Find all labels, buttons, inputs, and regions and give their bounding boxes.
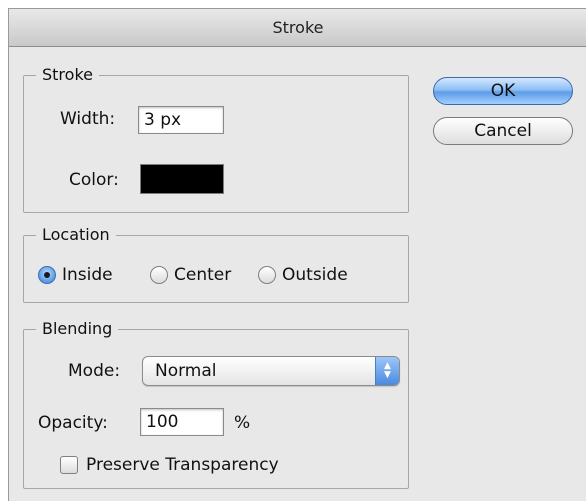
opacity-field[interactable]: 100 <box>140 408 224 436</box>
stroke-group-legend: Stroke <box>36 64 99 86</box>
radio-outside[interactable] <box>258 266 276 284</box>
stroke-color-swatch[interactable] <box>140 164 224 194</box>
width-field[interactable]: 3 px <box>138 106 224 134</box>
radio-outside-label[interactable]: Outside <box>282 264 348 286</box>
opacity-unit: % <box>234 413 251 433</box>
mode-label: Mode: <box>68 361 121 381</box>
location-group: Location Inside Center Outside <box>23 224 409 303</box>
ok-button[interactable]: OK <box>433 77 573 105</box>
preserve-transparency-label[interactable]: Preserve Transparency <box>86 454 279 476</box>
radio-inside-label[interactable]: Inside <box>62 264 113 286</box>
preserve-transparency-checkbox[interactable] <box>60 456 78 474</box>
opacity-label: Opacity: <box>38 413 108 433</box>
radio-center-label[interactable]: Center <box>174 264 231 286</box>
radio-inside[interactable] <box>38 266 56 284</box>
dialog-title: Stroke <box>9 9 586 47</box>
color-label: Color: <box>69 170 119 190</box>
stroke-dialog: Stroke Stroke Width: 3 px Color: Locatio… <box>8 8 586 501</box>
cancel-button[interactable]: Cancel <box>433 117 573 145</box>
blending-group: Blending Mode: Normal ▲ ▼ Opacity: 100 % … <box>23 318 409 489</box>
radio-center[interactable] <box>150 266 168 284</box>
stroke-group: Stroke Width: 3 px Color: <box>23 64 409 213</box>
mode-select[interactable]: Normal ▲ ▼ <box>142 356 400 386</box>
up-down-arrows-icon: ▲ ▼ <box>375 357 399 385</box>
width-label: Width: <box>60 109 116 129</box>
blending-group-legend: Blending <box>36 318 119 340</box>
mode-select-value: Normal <box>155 361 217 381</box>
location-group-legend: Location <box>36 224 116 246</box>
